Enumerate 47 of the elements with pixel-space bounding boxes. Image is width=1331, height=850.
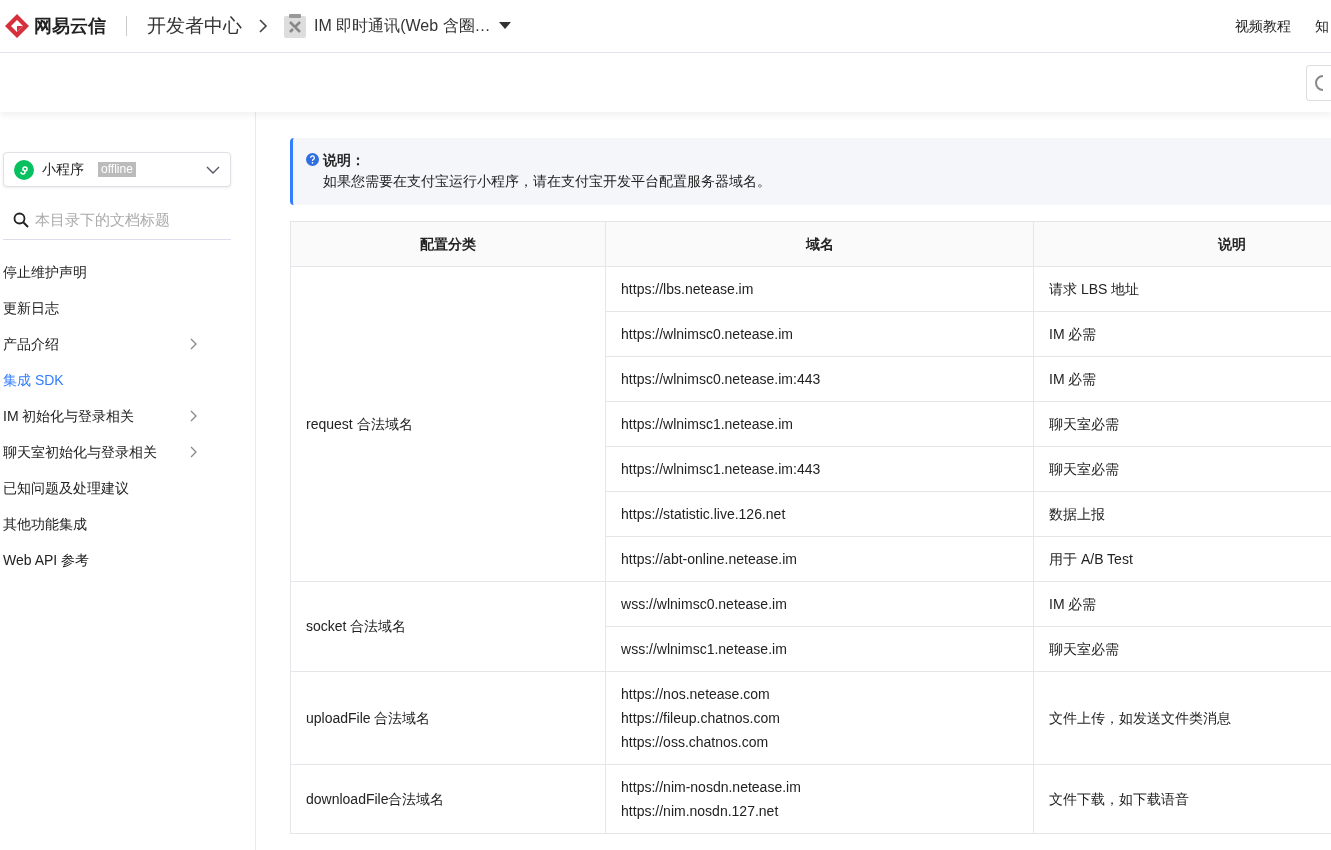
product-icon [284,14,306,38]
sidebar-item[interactable]: 停止维护声明 [0,254,228,290]
chevron-right-icon [258,19,268,33]
table-cell: https://nos.netease.com https://fileup.chatnos.com https://oss.chatnos.com [605,671,1034,765]
logo-icon [4,13,30,39]
sidebar-item[interactable]: 聊天室初始化与登录相关 [0,434,228,470]
table-cell: https://wlnimsc1.netease.im:443 [605,446,1034,492]
table-cell: downloadFile合法域名 [290,764,606,834]
note-text: 如果您需要在支付宝运行小程序，请在支付宝开发平台配置服务器域名。 [323,172,771,191]
header-link[interactable]: 视频教程 [1235,15,1291,37]
table-cell: https://wlnimsc0.netease.im:443 [605,356,1034,402]
sidebar-item[interactable]: 已知问题及处理建议 [0,470,228,506]
sidebar-item[interactable]: 产品介绍 [0,326,228,362]
search-icon [13,212,29,228]
table-cell: https://statistic.live.126.net [605,491,1034,537]
product-dropdown[interactable]: IM 即时通讯(Web 含圈… [314,14,491,38]
table-cell: wss://wlnimsc1.netease.im [605,626,1034,672]
table-cell: https://wlnimsc0.netease.im [605,311,1034,357]
caret-down-icon[interactable] [498,22,511,30]
sidebar-item[interactable]: Web API 参考 [0,542,228,578]
sidebar-item[interactable]: IM 初始化与登录相关 [0,398,228,434]
offline-tag: offline [98,162,136,177]
table-cell: socket 合法域名 [290,581,606,672]
table-cell: uploadFile 合法域名 [290,671,606,765]
note-title: 说明： [323,151,366,170]
search-button[interactable] [1306,65,1331,101]
column-header: 配置分类 [290,221,606,267]
column-header: 说明 [1033,221,1331,267]
table-cell: https://wlnimsc1.netease.im [605,401,1034,447]
table-cell: https://lbs.netease.im [605,266,1034,312]
mini-program-icon [14,159,34,180]
table-cell: https://abt-online.netease.im [605,536,1034,582]
table-cell: https://nim-nosdn.netease.im https://nim.nosdn.127.net [605,764,1034,834]
column-header: 域名 [605,221,1034,267]
sidebar-item[interactable]: 更新日志 [0,290,228,326]
search-icon [1313,75,1323,91]
help-icon [306,153,319,166]
breadcrumb-link[interactable]: 开发者中心 [147,11,242,41]
platform-select[interactable]: 小程序 offline [3,152,231,187]
platform-label: 小程序 [42,160,84,179]
header-link[interactable]: 知 [1315,15,1329,37]
table-cell: wss://wlnimsc0.netease.im [605,581,1034,627]
table-cell: request 合法域名 [290,266,606,582]
sidebar-item[interactable]: 集成 SDK [0,362,228,398]
chevron-down-icon [206,165,220,174]
brand-name: 网易云信 [34,14,106,38]
sidebar-item[interactable]: 其他功能集成 [0,506,228,542]
